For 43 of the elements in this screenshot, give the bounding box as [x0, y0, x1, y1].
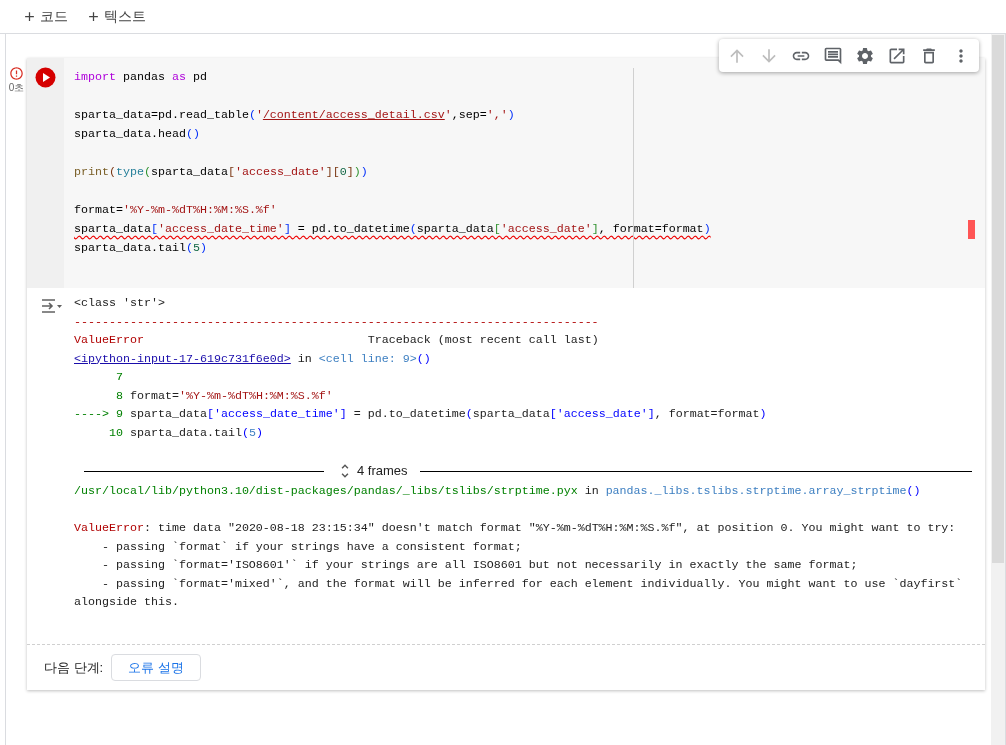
explain-error-button[interactable]: 오류 설명	[111, 654, 201, 681]
path-link[interactable]: /content/access_detail.csv	[262, 108, 445, 122]
output-line: 7	[114, 370, 123, 384]
next-steps-label: 다음 단계:	[44, 658, 104, 677]
output-line: ----> 9 sparta_data['access_date_time'] = pd.to_datetime(sparta_data['access_date'], format=format)	[74, 407, 767, 421]
code-text: ()	[416, 351, 431, 366]
output-line: 10 sparta_data.tail(5)	[107, 425, 263, 440]
output-line: <class 'str'>	[74, 296, 165, 310]
add-cell-button[interactable]: 코드	[20, 4, 70, 29]
code-text: '	[255, 108, 263, 122]
frames-toggle[interactable]: 4 frames	[324, 461, 420, 481]
code-line: sparta_data.tail(5)	[74, 241, 207, 255]
code-line: sparta_data['access_date_time'] = pd.to_datetime(sparta_data['access_date'], format=format)	[74, 222, 711, 236]
code-text: '	[444, 108, 452, 122]
output-line: - passing `format` if your strings have a consistent format;	[100, 539, 522, 554]
output-line: 8 format='%Y-%m-%dT%H:%M:%S.%f'	[114, 388, 333, 403]
comment-icon[interactable]	[823, 45, 843, 66]
code-line: sparta_data.head()	[74, 127, 200, 141]
code-text: <cell line: 9>	[318, 351, 417, 366]
run-button[interactable]	[35, 67, 56, 88]
output-line: ValueError: time data "2020-08-18 23:15:34" doesn't match format "%Y-%m-%dT%H:%M:%S.%f", at position 0. You might want to try:	[74, 521, 956, 535]
output-line: /usr/local/lib/python3.10/dist-packages/pandas/_libs/tslibs/strptime.pyx in pandas._libs.tslibs.strptime.array_strptime()	[74, 484, 921, 498]
path-link[interactable]: <ipython-input-17-619c731f6e0d>	[74, 351, 291, 366]
output-line: - passing `format='ISO8601'` if your strings are all ISO8601 but not necessarily in exactly the same format;	[100, 558, 858, 572]
output-line: - passing `format='mixed'`, and the format will be inferred for each element individually. You might want to use `dayfirst`	[100, 576, 963, 591]
output-line: ValueError Traceback (most recent call last)	[74, 333, 599, 347]
settings-icon[interactable]	[855, 45, 875, 66]
code-text: )	[507, 108, 515, 122]
scrollbar-thumb[interactable]	[992, 35, 1004, 563]
code-line: import pandas as pd	[74, 70, 207, 84]
code-line: format='%Y-%m-%dT%H:%M:%S.%f'	[74, 203, 277, 217]
execution-time: 0초	[8, 81, 25, 94]
code-text: ','	[486, 108, 508, 122]
code-text: ,sep=	[451, 108, 487, 122]
add-cell-button[interactable]: 텍스트	[84, 4, 148, 29]
code-line: print(type(sparta_data['access_date'][0]))	[74, 165, 368, 179]
output-line: ---------------------------------------------------------------------------	[74, 314, 599, 329]
code-text: (	[248, 108, 256, 122]
output-line: alongside this.	[74, 595, 179, 609]
code-text: sparta_data=pd.read_table	[74, 108, 249, 122]
plus-icon	[22, 9, 37, 24]
code-text: in	[296, 351, 313, 366]
plus-icon	[86, 9, 101, 24]
